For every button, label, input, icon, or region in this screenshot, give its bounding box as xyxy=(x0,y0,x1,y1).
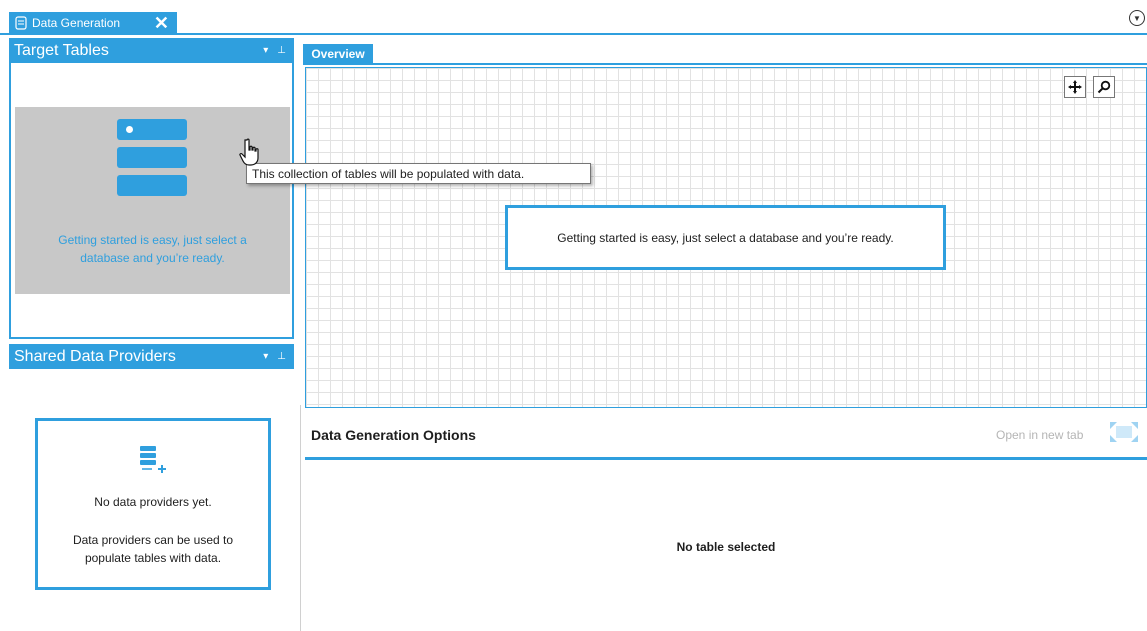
no-providers-text-2: populate tables with data. xyxy=(84,551,222,565)
no-providers-text-1: Data providers can be used to xyxy=(72,533,234,547)
target-tables-empty-text: Getting started is easy, just select a d… xyxy=(58,233,247,265)
tab-overview[interactable]: Overview xyxy=(303,44,373,63)
pan-icon[interactable] xyxy=(1064,76,1086,98)
target-tables-tooltip: This collection of tables will be popula… xyxy=(246,163,591,184)
database-icon xyxy=(117,119,187,140)
data-generation-options-title: Data Generation Options xyxy=(311,427,476,443)
data-generation-options-divider xyxy=(305,457,1147,460)
document-tab-label: Data Generation xyxy=(32,15,121,30)
shared-data-providers-title: Shared Data Providers xyxy=(14,347,176,365)
add-provider-icon xyxy=(140,446,166,473)
overview-tab-divider xyxy=(303,63,1147,65)
zoom-icon[interactable] xyxy=(1093,76,1115,98)
close-icon[interactable]: ✕ xyxy=(154,14,169,32)
tooltip-text: This collection of tables will be popula… xyxy=(252,166,525,181)
overview-empty-text: Getting started is easy, just select a d… xyxy=(557,230,894,245)
pane-divider xyxy=(300,405,301,631)
open-in-new-tab-link[interactable]: Open in new tab xyxy=(996,428,1083,442)
overview-empty-card: Getting started is easy, just select a d… xyxy=(505,205,946,270)
dropdown-icon[interactable]: ▾ xyxy=(263,45,268,56)
target-tables-header: Target Tables ▾ ⊥ xyxy=(9,38,294,63)
no-providers-title: No data providers yet. xyxy=(94,495,212,509)
overflow-menu-icon[interactable]: ▼ xyxy=(1129,10,1145,26)
dropdown-icon[interactable]: ▾ xyxy=(263,351,268,362)
database-doc-icon xyxy=(15,15,27,30)
document-tab-data-generation[interactable]: Data Generation ✕ xyxy=(9,12,177,33)
database-icon-bottom xyxy=(117,175,187,196)
tab-strip-divider xyxy=(0,33,1147,35)
open-new-tab-icon[interactable] xyxy=(1108,420,1140,444)
database-icon-middle xyxy=(117,147,187,168)
hand-cursor-icon xyxy=(239,138,259,166)
shared-data-providers-header: Shared Data Providers ▾ ⊥ xyxy=(9,344,294,369)
no-table-selected-text: No table selected xyxy=(676,540,776,554)
target-tables-title: Target Tables xyxy=(14,41,109,59)
no-providers-card: No data providers yet. Data providers ca… xyxy=(35,418,271,590)
pin-icon[interactable]: ⊥ xyxy=(277,45,286,56)
pin-icon[interactable]: ⊥ xyxy=(277,351,286,362)
